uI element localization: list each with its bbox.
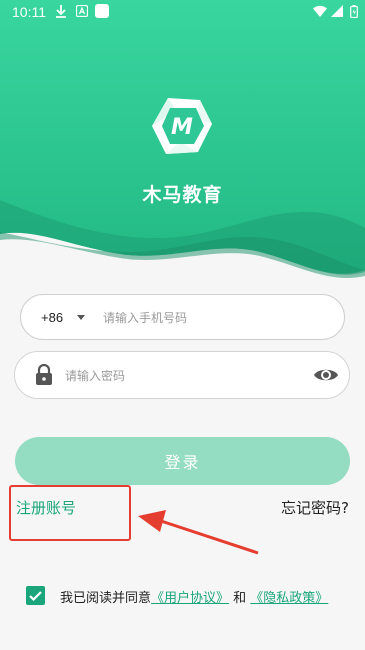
- app-logo: M: [150, 94, 214, 158]
- agreement-checkbox[interactable]: [26, 586, 45, 605]
- wifi-icon: [313, 4, 327, 18]
- app-name: 木马教育: [142, 184, 223, 206]
- register-link[interactable]: 注册账号: [16, 497, 76, 518]
- login-button[interactable]: 登录: [15, 437, 350, 485]
- svg-text:M: M: [171, 115, 193, 140]
- forgot-password-link[interactable]: 忘记密码?: [281, 497, 349, 518]
- password-input[interactable]: [65, 366, 295, 386]
- agreement-text: 我已阅读并同意《用户协议》 和 《隐私政策》: [60, 587, 328, 606]
- battery-icon: [347, 4, 361, 18]
- status-time: 10:11: [12, 4, 46, 20]
- status-bar: 10:11: [0, 0, 365, 24]
- country-code-selector[interactable]: +86: [41, 310, 63, 325]
- lock-icon: [35, 363, 53, 386]
- checkmark-icon: [29, 591, 42, 602]
- password-field: [14, 351, 350, 399]
- annotation-arrow: [138, 510, 259, 555]
- phone-input[interactable]: [103, 308, 323, 328]
- agreement-and: 和: [229, 591, 251, 606]
- user-agreement-link[interactable]: 《用户协议》: [151, 591, 229, 606]
- download-icon: [54, 4, 68, 18]
- show-password-eye-icon[interactable]: [313, 365, 339, 385]
- signal-icon: [330, 4, 344, 18]
- agreement-prefix: 我已阅读并同意: [60, 591, 152, 606]
- phone-field: +86: [20, 294, 345, 340]
- chevron-down-icon[interactable]: [77, 315, 85, 320]
- a-badge-icon: [75, 4, 89, 18]
- app-icon: [95, 4, 109, 18]
- privacy-policy-link[interactable]: 《隐私政策》: [250, 591, 328, 606]
- agreement-row: 我已阅读并同意《用户协议》 和 《隐私政策》: [26, 586, 356, 606]
- header: 10:11 M 木马教育: [0, 0, 365, 300]
